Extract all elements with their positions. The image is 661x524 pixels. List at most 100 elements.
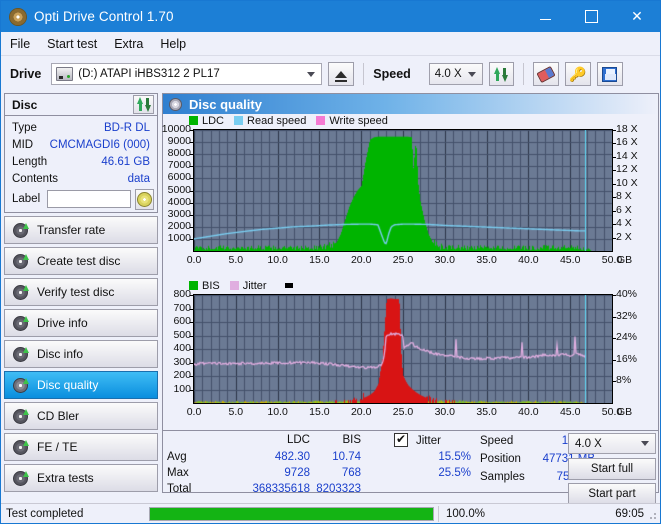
sidebar-item-fe-te[interactable]: FE / TE	[4, 433, 158, 461]
y2-tick-mark	[613, 238, 616, 239]
status-bar: Test completed 100.0% 69:05	[1, 503, 660, 523]
legend-swatch-jitter	[229, 281, 239, 290]
legend-swatch-extra	[284, 283, 293, 288]
key-button[interactable]: 🔑	[564, 62, 591, 86]
disc-key-contents: Contents	[12, 172, 59, 185]
menu-extra[interactable]: Extra	[114, 35, 152, 53]
sidebar-item-label: FE / TE	[37, 440, 78, 454]
toolbar: Drive (D:) ATAPI iHBS312 2 PL17 Speed 4.…	[1, 57, 660, 91]
y2-tick-label: 6 X	[616, 203, 632, 216]
y-tick-label: 10000	[161, 123, 191, 135]
legend-label-write-speed: Write speed	[329, 114, 388, 127]
sidebar-item-label: Verify test disc	[37, 285, 115, 299]
y-tick-label: 9000	[167, 135, 191, 148]
y-tick-mark	[190, 130, 193, 131]
menu-file[interactable]: File	[10, 35, 39, 53]
y-tick-label: 6000	[167, 171, 191, 184]
y-tick-mark	[190, 227, 193, 228]
panel-title: Disc quality	[189, 96, 262, 112]
disc-value-length: 46.61 GB	[101, 155, 150, 168]
x-tick-label: 30.0	[434, 254, 456, 266]
disc-icon	[13, 439, 29, 455]
y-tick-mark	[190, 349, 193, 350]
x-tick-label: 20.0	[350, 406, 372, 418]
disc-icon	[13, 346, 29, 362]
progress-fill	[150, 507, 433, 520]
test-speed-select[interactable]: 4.0 X	[568, 433, 656, 454]
progress-percent: 100.0%	[438, 505, 494, 522]
start-full-button[interactable]: Start full	[568, 458, 656, 480]
speed-select[interactable]: 4.0 X	[428, 63, 483, 85]
minimize-button[interactable]	[522, 1, 568, 32]
x-tick-label: 35.0	[476, 254, 497, 266]
sidebar-item-disc-info[interactable]: Disc info	[4, 340, 158, 368]
resize-grip[interactable]	[647, 510, 657, 520]
window-title: Opti Drive Control 1.70	[34, 9, 174, 24]
disc-info-title: Disc	[12, 97, 38, 112]
sidebar-item-label: Transfer rate	[37, 223, 106, 237]
sidebar-item-disc-quality[interactable]: Disc quality	[4, 371, 158, 399]
label-disc-button[interactable]	[135, 188, 154, 210]
stats-bis-avg: 10.74	[332, 451, 361, 463]
sidebar-item-label: Create test disc	[37, 254, 121, 268]
start-part-button[interactable]: Start part	[568, 483, 656, 505]
y2-tick-label: 40%	[616, 288, 638, 300]
sidebar-item-transfer-rate[interactable]: Transfer rate	[4, 216, 158, 244]
menu-start-test[interactable]: Start test	[47, 35, 106, 53]
stats-ldc-total: 368335618	[252, 483, 310, 495]
sidebar-item-verify-test-disc[interactable]: Verify test disc	[4, 278, 158, 306]
sidebar-item-label: Disc quality	[37, 378, 99, 392]
menu-help[interactable]: Help	[160, 35, 195, 53]
jitter-label: Jitter	[416, 435, 441, 447]
y-tick-mark	[190, 239, 193, 240]
y2-tick-mark	[613, 170, 616, 171]
y2-tick-label: 18 X	[616, 123, 638, 135]
erase-button[interactable]	[532, 62, 559, 86]
speed-stat-label: Speed	[480, 435, 514, 447]
elapsed-time: 69:05	[615, 507, 644, 520]
stats-jitter-max: 25.5%	[438, 467, 471, 479]
y-tick-label: 300	[173, 355, 191, 368]
refresh-button[interactable]	[488, 62, 514, 86]
save-button[interactable]	[596, 62, 623, 86]
close-button[interactable]: ✕	[614, 1, 660, 32]
toolbar-separator-1	[363, 63, 365, 85]
disc-value-type: BD-R DL	[103, 121, 150, 134]
sidebar-item-extra-tests[interactable]: Extra tests	[4, 464, 158, 492]
stats-row-avg-label: Avg	[167, 451, 187, 463]
jitter-checkbox[interactable]	[394, 432, 408, 447]
legend-label-read-speed: Read speed	[247, 114, 307, 127]
stats-ldc-max: 9728	[284, 467, 310, 479]
eject-icon	[335, 70, 348, 82]
disc-refresh-button[interactable]	[133, 95, 154, 114]
chart-ldc-readspeed: LDC Read speed Write speed 1000 2000 3000 4…	[162, 114, 658, 279]
legend-label-jitter: Jitter	[242, 279, 267, 292]
sidebar-item-create-test-disc[interactable]: Create test disc	[4, 247, 158, 275]
chart1-canvas	[194, 130, 612, 251]
disc-icon	[13, 222, 29, 238]
sidebar-item-cd-bler[interactable]: CD Bler	[4, 402, 158, 430]
y2-tick-label: 14 X	[616, 149, 638, 162]
x-tick-label: 10.0	[267, 406, 288, 418]
stats-header-bis: BIS	[342, 434, 361, 446]
eject-button[interactable]	[328, 62, 355, 86]
disc-key-mid: MID	[12, 138, 34, 151]
y2-tick-label: 24%	[616, 331, 638, 344]
eraser-icon	[536, 65, 556, 83]
y2-tick-label: 10 X	[616, 176, 638, 189]
chart2-legend: BIS Jitter	[163, 279, 658, 292]
refresh-icon	[136, 97, 151, 112]
x-tick-label: 25.0	[392, 254, 414, 266]
y-tick-label: 4000	[167, 195, 191, 208]
disc-row-contents: Contents data	[5, 170, 157, 187]
drive-select[interactable]: (D:) ATAPI iHBS312 2 PL17	[51, 63, 323, 85]
y2-tick-label: 12 X	[616, 163, 638, 176]
test-speed-value: 4.0 X	[575, 437, 602, 450]
chart-bis-jitter: BIS Jitter 100 200 300 400 500 600 700 800 8% 16…	[163, 279, 658, 429]
label-input[interactable]	[47, 190, 132, 208]
sidebar-item-drive-info[interactable]: Drive info	[4, 309, 158, 337]
maximize-button[interactable]	[568, 1, 614, 32]
sidebar-item-label: Extra tests	[37, 471, 94, 485]
disc-icon	[13, 315, 29, 331]
y-tick-mark	[190, 363, 193, 364]
